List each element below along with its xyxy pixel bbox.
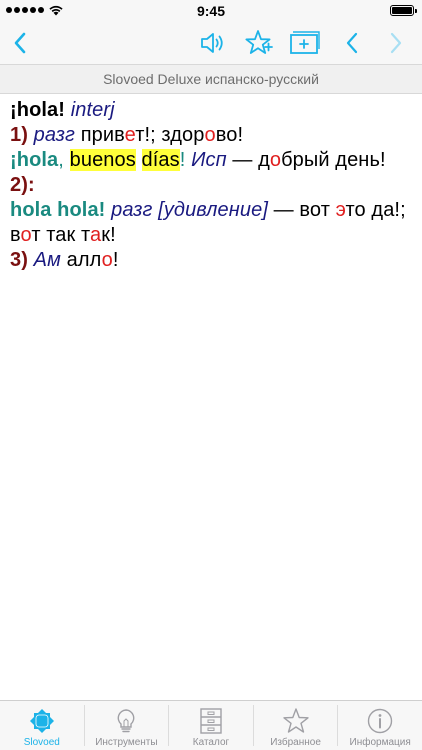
- highlighted-word[interactable]: días: [141, 149, 180, 171]
- entry-headword-line: ¡hola! interj: [10, 98, 414, 123]
- tab-info[interactable]: Информация: [338, 701, 422, 750]
- tab-label: Slovoed: [23, 737, 60, 748]
- star-plus-icon: [245, 30, 273, 54]
- sense-number: 2):: [10, 174, 35, 196]
- star-icon: [282, 708, 309, 733]
- lightbulb-icon: [117, 709, 135, 733]
- toolbar: [0, 22, 422, 64]
- chevron-left-icon: [346, 32, 358, 54]
- sense-number: 1): [10, 124, 28, 146]
- tab-label: Избранное: [270, 737, 321, 748]
- usage-label[interactable]: разг: [111, 199, 152, 221]
- translation[interactable]: — добрый день!: [232, 149, 385, 171]
- usage-label[interactable]: разг: [34, 124, 75, 146]
- add-card-button[interactable]: [288, 27, 322, 59]
- pronounce-button[interactable]: [196, 27, 228, 59]
- tab-catalog[interactable]: Каталог: [169, 701, 253, 750]
- usage-label[interactable]: Исп: [191, 149, 227, 171]
- status-bar: 9:45: [0, 0, 422, 22]
- status-time: 9:45: [196, 3, 226, 19]
- usage-label[interactable]: Ам: [34, 249, 61, 271]
- translation[interactable]: алло!: [67, 249, 119, 271]
- translation[interactable]: привет!; здорово!: [81, 124, 243, 146]
- chevron-right-icon: [390, 32, 402, 54]
- headword: ¡hola!: [10, 99, 66, 121]
- sense-3: 3) Ам алло!: [10, 248, 414, 273]
- tab-label: Информация: [349, 737, 411, 748]
- info-icon: [367, 708, 393, 734]
- add-favorite-button[interactable]: [242, 27, 274, 59]
- battery-icon: [390, 5, 417, 16]
- sense-1: 1) разг привет!; здорово!: [10, 123, 414, 148]
- slovoed-logo-icon: [29, 709, 54, 733]
- tab-favorites[interactable]: Избранное: [254, 701, 338, 750]
- chevron-left-icon: [14, 32, 26, 54]
- tab-bar: Slovoed Инструменты Каталог Избранное Ин…: [0, 700, 422, 750]
- example-phrase: ¡hola, buenos días! Исп — добрый день!: [10, 149, 386, 171]
- speaker-icon: [201, 33, 223, 53]
- tab-label: Каталог: [192, 737, 230, 748]
- dictionary-title: Slovoed Deluxe испанско-русский: [0, 64, 422, 94]
- sense-2: 2):: [10, 173, 414, 198]
- dictionary-entry: ¡hola! interj 1) разг привет!; здорово! …: [10, 98, 414, 273]
- tab-tools[interactable]: Инструменты: [85, 701, 169, 750]
- tab-slovoed[interactable]: Slovoed: [0, 701, 84, 750]
- sense-number: 3): [10, 249, 28, 271]
- usage-note: [удивление]: [158, 199, 268, 221]
- next-entry-button[interactable]: [380, 27, 412, 59]
- sense-2-phrase: hola hola! разг [удивление] — вот это да…: [10, 198, 414, 248]
- add-card-icon: [290, 31, 320, 54]
- cabinet-icon: [200, 708, 222, 734]
- phrase-word[interactable]: ¡hola: [10, 149, 58, 171]
- back-button[interactable]: [4, 27, 36, 59]
- previous-entry-button[interactable]: [336, 27, 368, 59]
- tab-label: Инструменты: [95, 737, 158, 748]
- phrase-word[interactable]: hola hola!: [10, 199, 105, 221]
- highlighted-word[interactable]: buenos: [69, 149, 136, 171]
- part-of-speech[interactable]: interj: [71, 99, 115, 121]
